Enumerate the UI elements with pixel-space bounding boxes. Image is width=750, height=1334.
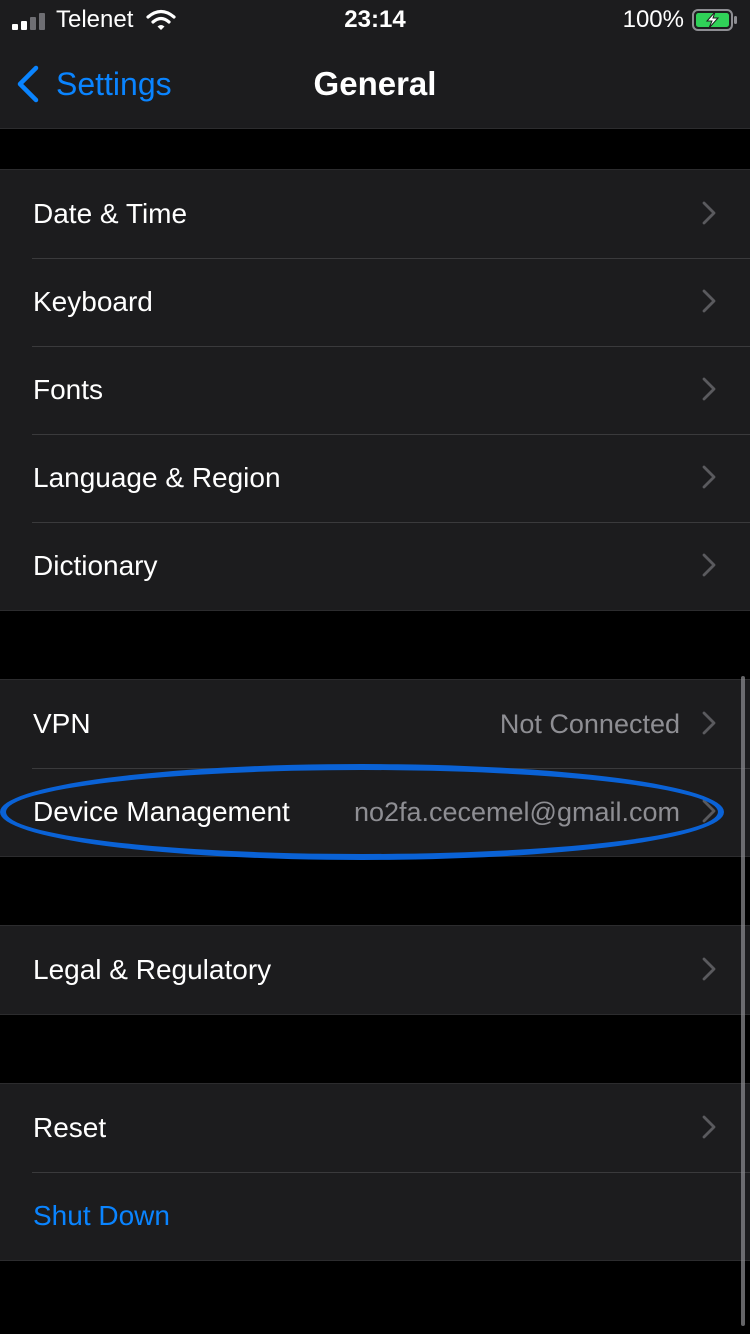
row-label: Language & Region <box>33 462 281 493</box>
row-language-region[interactable]: Language & Region <box>0 434 750 522</box>
chevron-right-icon <box>702 289 716 313</box>
chevron-right-icon <box>702 553 716 577</box>
row-dictionary[interactable]: Dictionary <box>0 522 750 610</box>
chevron-right-icon <box>702 799 716 823</box>
chevron-right-icon <box>702 377 716 401</box>
shut-down-label: Shut Down <box>33 1200 170 1231</box>
row-keyboard[interactable]: Keyboard <box>0 258 750 346</box>
row-date-time[interactable]: Date & Time <box>0 170 750 258</box>
row-label: Keyboard <box>33 286 153 317</box>
battery-percentage: 100% <box>622 6 684 33</box>
row-label: Device Management <box>33 796 290 827</box>
row-vpn[interactable]: VPN Not Connected <box>0 680 750 768</box>
row-label: VPN <box>33 708 91 739</box>
row-label: Dictionary <box>33 550 158 581</box>
row-label: Fonts <box>33 374 104 405</box>
settings-group-system: Reset Shut Down <box>0 1083 750 1261</box>
status-bar: Telenet 23:14 100% <box>0 0 750 40</box>
navigation-bar: Settings General <box>0 40 750 129</box>
battery-charging-icon <box>692 9 737 31</box>
chevron-right-icon <box>702 1115 716 1139</box>
chevron-right-icon <box>702 711 716 735</box>
settings-group-regional: Date & Time Keyboard Fonts Language & Re… <box>0 169 750 611</box>
scroll-indicator[interactable] <box>741 676 745 1326</box>
page-title: General <box>313 65 437 102</box>
row-device-management[interactable]: Device Management no2fa.cecemel@gmail.co… <box>0 768 750 856</box>
shut-down-button[interactable]: Shut Down <box>0 1172 750 1260</box>
settings-group-legal: Legal & Regulatory <box>0 925 750 1015</box>
row-label: Reset <box>33 1112 107 1143</box>
settings-group-network: VPN Not Connected Device Management no2f… <box>0 679 750 857</box>
chevron-right-icon <box>702 465 716 489</box>
device-management-profile-value: no2fa.cecemel@gmail.com <box>353 797 680 827</box>
row-fonts[interactable]: Fonts <box>0 346 750 434</box>
row-label: Date & Time <box>33 198 188 229</box>
row-label: Legal & Regulatory <box>33 954 272 985</box>
vpn-status-value: Not Connected <box>499 709 680 739</box>
row-reset[interactable]: Reset <box>0 1084 750 1172</box>
chevron-right-icon <box>702 957 716 981</box>
chevron-right-icon <box>702 201 716 225</box>
row-legal-regulatory[interactable]: Legal & Regulatory <box>0 926 750 1014</box>
